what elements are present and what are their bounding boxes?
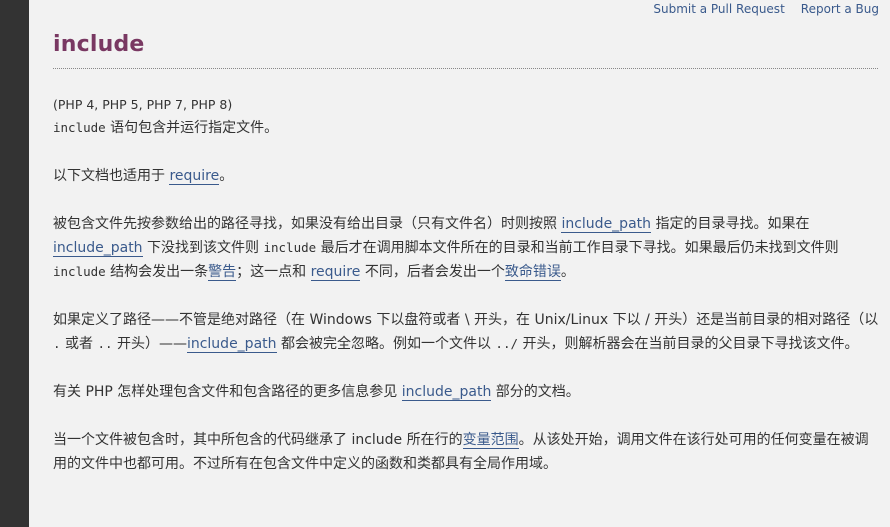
variable-scope-link[interactable]: 变量范围 <box>462 432 519 449</box>
include-path-link[interactable]: include_path <box>186 336 277 353</box>
paragraph-4: 如果定义了路径——不管是绝对路径（在 Windows 下以盘符或者 \ 开头，在… <box>53 312 879 353</box>
version-info: (PHP 4, PHP 5, PHP 7, PHP 8) <box>53 97 233 112</box>
inline-code: include <box>53 264 106 279</box>
paragraph-6: 当一个文件被包含时，其中所包含的代码继承了 include 所在行的变量范围。从… <box>53 432 869 472</box>
paragraph-3: 被包含文件先按参数给出的路径寻找，如果没有给出目录（只有文件名）时则按照 inc… <box>53 216 839 281</box>
report-bug-link[interactable]: Report a Bug <box>801 2 879 16</box>
inline-code: include <box>53 120 106 135</box>
submit-pull-request-link[interactable]: Submit a Pull Request <box>653 2 784 16</box>
include-path-link[interactable]: include_path <box>561 216 652 233</box>
top-links: Submit a Pull Request Report a Bug <box>637 2 879 16</box>
inline-code: ../ <box>495 336 518 351</box>
inline-code: include <box>263 240 317 255</box>
require-link[interactable]: require <box>169 168 220 185</box>
include-path-link[interactable]: include_path <box>53 240 143 257</box>
inline-code: . <box>53 336 61 351</box>
warning-link[interactable]: 警告 <box>208 264 237 281</box>
include-path-link[interactable]: include_path <box>401 384 492 401</box>
page-title: include <box>53 32 145 57</box>
require-link[interactable]: require <box>310 264 361 281</box>
title-divider <box>53 68 878 69</box>
inline-code: .. <box>97 336 113 351</box>
content: (PHP 4, PHP 5, PHP 7, PHP 8) include 语句包… <box>53 96 879 500</box>
paragraph-5: 有关 PHP 怎样处理包含文件和包含路径的更多信息参见 include_path… <box>53 384 580 401</box>
manual-page: Submit a Pull Request Report a Bug includ… <box>29 0 890 527</box>
paragraph-1: include 语句包含并运行指定文件。 <box>53 120 279 136</box>
fatal-error-link[interactable]: 致命错误 <box>504 264 561 281</box>
paragraph-2: 以下文档也适用于 require。 <box>53 168 234 185</box>
